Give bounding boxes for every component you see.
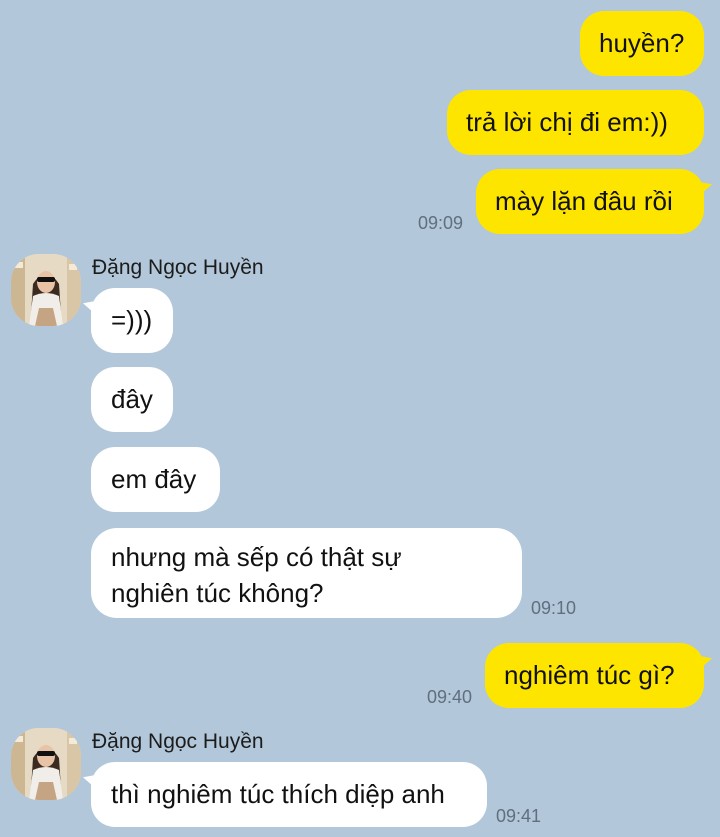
contact-name: Đặng Ngọc Huyền (92, 730, 264, 753)
message-timestamp: 09:40 (427, 687, 473, 707)
message-text: =))) (111, 305, 153, 335)
received-message-thi-nghiem-tuc[interactable]: thì nghiêm túc thích diệp anh (91, 762, 487, 827)
received-message-smile[interactable]: =))) (91, 288, 173, 353)
message-text: đây (111, 384, 153, 414)
contact-avatar[interactable] (11, 728, 81, 800)
sent-message-tra-loi[interactable]: trả lời chị đi em:)) (447, 90, 704, 155)
message-text: trả lời chị đi em:)) (466, 107, 668, 137)
message-timestamp: 09:41 (496, 806, 542, 826)
message-text: em đây (111, 464, 197, 494)
avatar-photo-icon (11, 254, 81, 326)
contact-name: Đặng Ngọc Huyền (92, 256, 264, 279)
received-message-nhung-ma[interactable]: nhưng mà sếp có thật sự nghiên túc không… (91, 528, 522, 618)
message-text-line-2: nghiên túc không? (111, 578, 324, 608)
message-text-line-1: nhưng mà sếp có thật sự (111, 542, 402, 572)
message-text: mày lặn đâu rồi (495, 186, 673, 216)
sent-message-may-lan[interactable]: mày lặn đâu rồi (476, 169, 704, 234)
received-message-em-day[interactable]: em đây (91, 447, 220, 512)
message-text: huyền? (599, 28, 685, 58)
contact-avatar[interactable] (11, 254, 81, 326)
message-timestamp: 09:09 (418, 213, 464, 233)
message-timestamp: 09:10 (531, 598, 577, 618)
received-message-day[interactable]: đây (91, 367, 173, 432)
avatar-photo-icon (11, 728, 81, 800)
message-text: thì nghiêm túc thích diệp anh (111, 779, 445, 809)
message-text: nghiêm túc gì? (504, 660, 675, 690)
sent-message-huyen[interactable]: huyền? (580, 11, 704, 76)
sent-message-nghiem-tuc-gi[interactable]: nghiêm túc gì? (485, 643, 704, 708)
